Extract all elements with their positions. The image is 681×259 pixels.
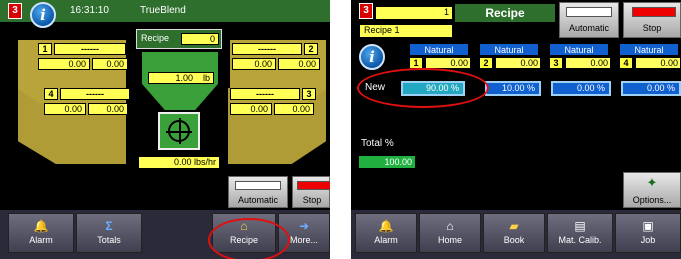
hopper-4-name[interactable]: ------ (60, 88, 130, 100)
hopper-4-value: 0.00 (44, 103, 86, 115)
nav-job-button[interactable]: ▣ Job (615, 213, 681, 253)
nav-calibration-label: Mat. Calib. (558, 235, 602, 245)
recipe-label: Recipe (141, 33, 170, 43)
app-title: TrueBlend (140, 5, 186, 16)
book-icon: ▰ (509, 219, 519, 233)
job-icon: ▣ (642, 219, 654, 233)
column-1-head: Natural (409, 43, 469, 56)
nav-alarm-label: Alarm (29, 235, 53, 245)
total-value: 100.00 (359, 156, 415, 168)
column-2-percent[interactable]: 10.00 % (485, 81, 541, 96)
hopper-2-value: 0.00 (232, 58, 276, 70)
crosshair-horizontal (166, 131, 192, 133)
stop-button[interactable]: Stop (292, 176, 330, 208)
home-icon: ⌂ (446, 219, 454, 233)
weigh-unit: lb (202, 73, 210, 83)
automatic-button[interactable]: Automatic (228, 176, 288, 208)
stop-indicator (297, 181, 330, 190)
nav-home-button[interactable]: ⌂ Home (419, 213, 481, 253)
mixer-box (158, 112, 200, 150)
hopper-4-number: 4 (44, 88, 58, 100)
rate-display: 0.00 lbs/hr (138, 156, 220, 169)
weigh-value-box: 1.00 lb (148, 72, 214, 84)
column-3-value: 0.00 (565, 57, 611, 69)
sigma-icon: Σ (105, 219, 113, 233)
calibration-icon: ▤ (574, 219, 586, 233)
stop-label: Stop (302, 195, 322, 205)
hopper-2-target: 0.00 (278, 58, 320, 70)
options-label: Options... (632, 195, 672, 205)
hopper-1-number: 1 (38, 43, 52, 55)
nav-alarm-button[interactable]: 🔔 Alarm (355, 213, 417, 253)
hopper-2-name[interactable]: ------ (232, 43, 302, 55)
column-2-head: Natural (479, 43, 539, 56)
hopper-3-name[interactable]: ------ (230, 88, 300, 100)
highlight-oval-recipe (208, 218, 290, 259)
automatic-indicator (566, 7, 612, 17)
stop-button[interactable]: Stop (623, 2, 681, 38)
nav-calibration-button[interactable]: ▤ Mat. Calib. (547, 213, 613, 253)
recipe-number: 1 (375, 6, 453, 20)
total-label: Total % (361, 138, 394, 149)
info-icon[interactable]: i (359, 44, 385, 70)
hopper-3-number: 3 (302, 88, 316, 100)
column-3-number: 3 (549, 57, 563, 69)
recipe-value: 0 (181, 33, 219, 45)
column-4-percent[interactable]: 0.00 % (621, 81, 681, 96)
column-4-value: 0.00 (635, 57, 681, 69)
options-button[interactable]: ✦ Options... (623, 172, 681, 208)
automatic-indicator (235, 181, 281, 190)
hopper-3-target: 0.00 (274, 103, 314, 115)
nav-more-label: More... (289, 235, 318, 245)
hopper-2-number: 2 (304, 43, 318, 55)
nav-job-label: Job (640, 235, 656, 245)
automatic-button[interactable]: Automatic (559, 2, 619, 38)
nav-book-label: Book (503, 235, 525, 245)
recipe-indicator[interactable]: Recipe 0 (136, 29, 222, 49)
weigh-value: 1.00 (175, 73, 193, 83)
column-3-percent[interactable]: 0.00 % (551, 81, 611, 96)
page-title: Recipe (455, 4, 555, 22)
hopper-1-value: 0.00 (38, 58, 90, 70)
clock-time: 16:31:10 (70, 5, 109, 16)
alarm-count-badge[interactable]: 3 (8, 3, 22, 19)
bell-icon: 🔔 (33, 219, 49, 233)
automatic-label: Automatic (237, 195, 279, 205)
recipe-screen: 3 1 Recipe 1 Recipe Automatic Stop i Nat… (351, 0, 681, 259)
main-screen: 3 i 16:31:10 TrueBlend Recipe 0 1 ------… (0, 0, 330, 259)
nav-totals-label: Totals (97, 235, 121, 245)
column-4-number: 4 (619, 57, 633, 69)
column-3-head: Natural (549, 43, 609, 56)
nav-alarm-label: Alarm (374, 235, 398, 245)
column-2-value: 0.00 (495, 57, 541, 69)
stop-label: Stop (642, 23, 662, 33)
nav-totals-button[interactable]: Σ Totals (76, 213, 142, 253)
nav-home-label: Home (437, 235, 462, 245)
highlight-oval-new-row (357, 68, 489, 108)
stop-indicator (632, 7, 676, 17)
hopper-1-target: 0.00 (92, 58, 128, 70)
crosshair-icon (166, 118, 192, 144)
hopper-4-target: 0.00 (88, 103, 128, 115)
recipe-name-field[interactable]: Recipe 1 (359, 24, 453, 38)
alarm-count-badge[interactable]: 3 (359, 3, 373, 19)
automatic-label: Automatic (568, 23, 610, 33)
hopper-1-name[interactable]: ------ (54, 43, 126, 55)
info-icon[interactable]: i (30, 2, 56, 28)
bell-icon: 🔔 (378, 219, 394, 233)
nav-alarm-button[interactable]: 🔔 Alarm (8, 213, 74, 253)
options-icon: ✦ (646, 175, 658, 190)
nav-book-button[interactable]: ▰ Book (483, 213, 545, 253)
column-4-head: Natural (619, 43, 679, 56)
hopper-3-value: 0.00 (230, 103, 272, 115)
column-2-number: 2 (479, 57, 493, 69)
